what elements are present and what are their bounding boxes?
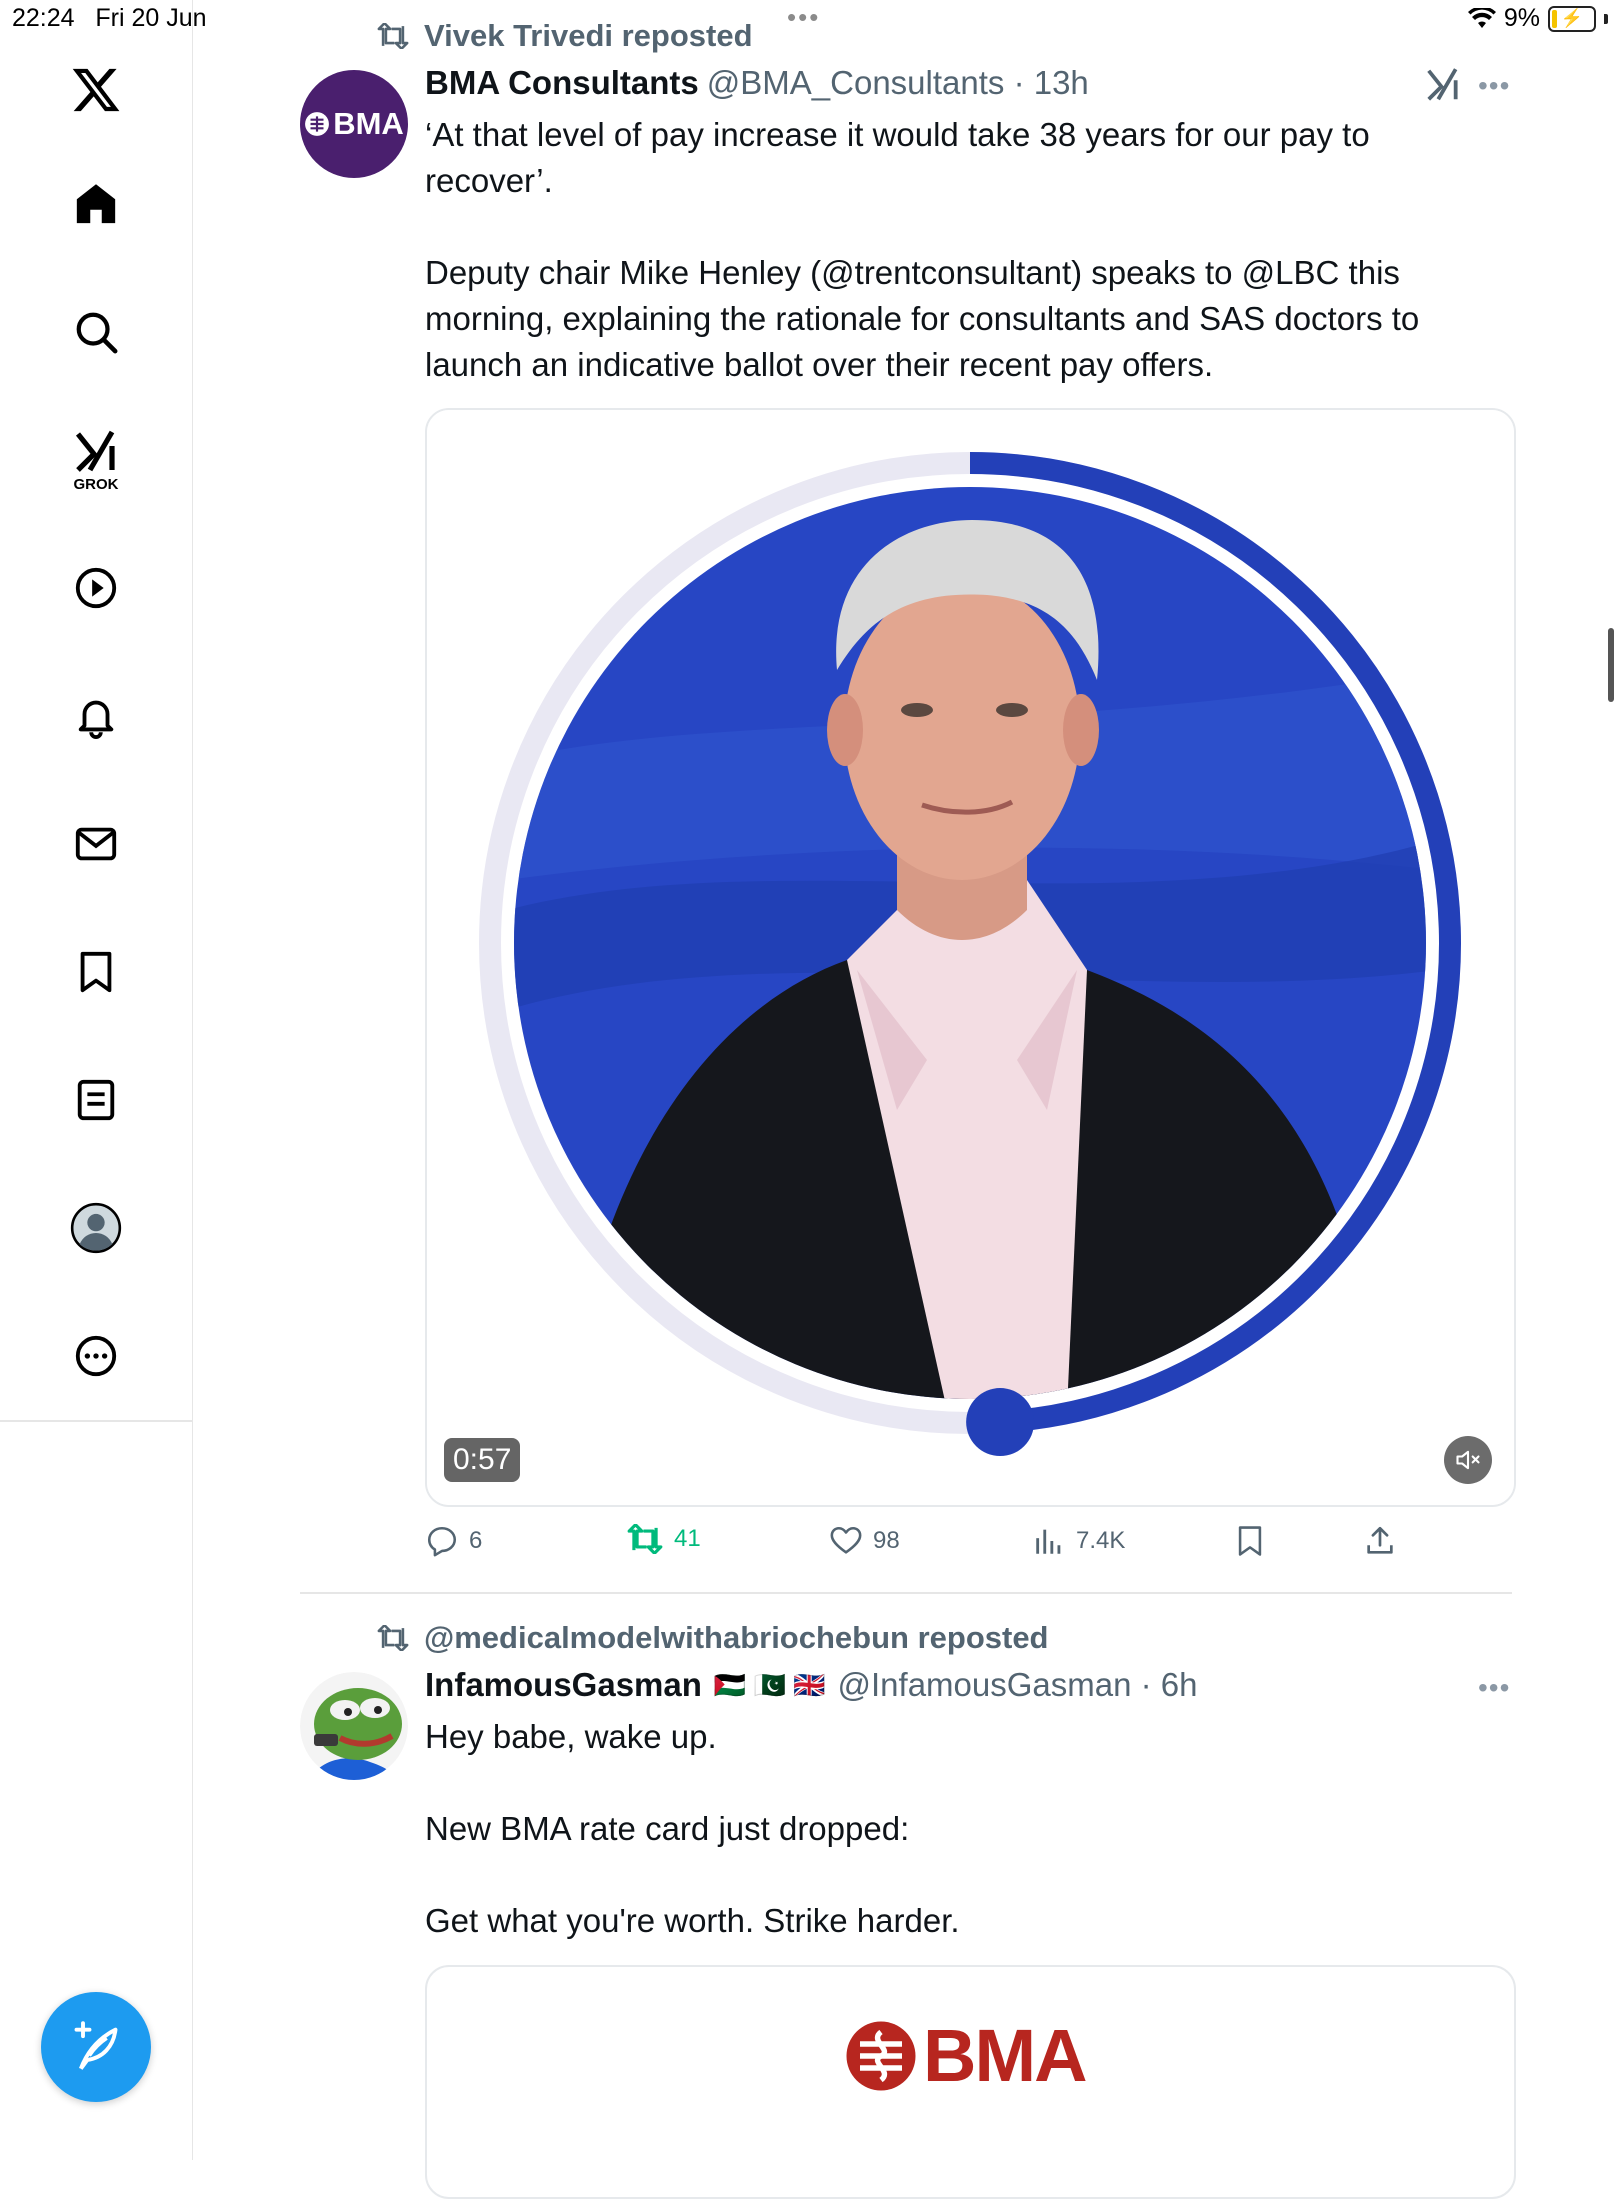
like-button[interactable]: 98 bbox=[829, 1524, 900, 1558]
bookmarks-icon[interactable] bbox=[66, 942, 126, 1002]
tweet-more-icon[interactable]: ••• bbox=[1478, 70, 1510, 102]
reply-count: 6 bbox=[469, 1527, 483, 1554]
speaker-muted-icon bbox=[1456, 1450, 1480, 1470]
views-button[interactable]: 7.4K bbox=[1032, 1524, 1125, 1558]
tweet-header: BMA Consultants @BMA_Consultants · 13h bbox=[425, 64, 1089, 102]
image-card[interactable]: BMA bbox=[425, 1965, 1516, 2199]
sidebar-divider bbox=[0, 1420, 192, 1422]
tweet-text-2: Hey babe, wake up. New BMA rate card jus… bbox=[425, 1718, 960, 1939]
grok-label: GROK bbox=[73, 475, 119, 493]
profile-avatar-icon[interactable] bbox=[66, 1198, 126, 1258]
video-thumbnail bbox=[427, 410, 1514, 1505]
repost-count: 41 bbox=[674, 1525, 701, 1552]
handle-time[interactable]: @BMA_Consultants · 13h bbox=[707, 64, 1089, 102]
repost-indicator: Vivek Trivedi reposted bbox=[376, 18, 753, 54]
repost-icon bbox=[377, 1625, 409, 1651]
views-analytics-icon bbox=[1036, 1529, 1061, 1554]
reply-button[interactable]: 6 bbox=[425, 1524, 482, 1558]
handle-time-2[interactable]: @InfamousGasman · 6h bbox=[838, 1666, 1198, 1704]
wifi-icon bbox=[1467, 7, 1496, 28]
video-play-icon[interactable] bbox=[66, 558, 126, 618]
repost-icon bbox=[377, 23, 409, 49]
video-progress-knob[interactable] bbox=[966, 1388, 1035, 1457]
bma-consultants-avatar[interactable]: BMA bbox=[300, 70, 408, 178]
views-count: 7.4K bbox=[1076, 1527, 1126, 1554]
bma-logo-text: BMA bbox=[923, 2014, 1088, 2097]
bookmark-icon bbox=[1238, 1526, 1262, 1556]
reposted-by-text-2[interactable]: @medicalmodelwithabriochebun reposted bbox=[424, 1620, 1049, 1656]
bookmark-button[interactable] bbox=[1233, 1524, 1267, 1558]
infamousgasman-avatar[interactable] bbox=[300, 1672, 408, 1780]
avatar-text: BMA bbox=[333, 106, 404, 141]
reply-icon bbox=[427, 1526, 457, 1557]
grok-icon[interactable]: GROK bbox=[66, 425, 126, 497]
bma-logo-icon bbox=[305, 112, 330, 136]
x-logo-icon[interactable] bbox=[66, 60, 126, 120]
bma-crest-icon bbox=[846, 2021, 916, 2090]
tweet-text: ‘At that level of pay increase it would … bbox=[425, 116, 1420, 383]
tweet-separator bbox=[300, 1592, 1512, 1594]
display-name-2[interactable]: InfamousGasman bbox=[425, 1666, 702, 1704]
video-duration-badge: 0:57 bbox=[444, 1438, 521, 1482]
reposted-by-text[interactable]: Vivek Trivedi reposted bbox=[424, 18, 753, 54]
bma-logo: BMA bbox=[845, 2013, 1088, 2098]
battery-icon: ⚡ bbox=[1548, 5, 1596, 32]
repost-indicator-2: @medicalmodelwithabriochebun reposted bbox=[376, 1620, 1049, 1656]
battery-percent: 9% bbox=[1503, 4, 1540, 32]
flag-emojis: 🇵🇸 🇵🇰 🇬🇧 bbox=[713, 1669, 826, 1700]
repost-action-icon bbox=[627, 1524, 663, 1554]
display-name[interactable]: BMA Consultants bbox=[425, 64, 699, 102]
multitasking-dots-icon[interactable]: ••• bbox=[787, 2, 820, 33]
heart-icon bbox=[830, 1526, 862, 1554]
compose-post-button[interactable] bbox=[41, 1992, 151, 2102]
tweet-header-2: InfamousGasman 🇵🇸 🇵🇰 🇬🇧 @InfamousGasman … bbox=[425, 1666, 1198, 1704]
compose-feather-icon bbox=[74, 2021, 118, 2070]
messages-envelope-icon[interactable] bbox=[66, 814, 126, 874]
lists-icon[interactable] bbox=[66, 1070, 126, 1130]
status-right: 9% ⚡ bbox=[1467, 4, 1608, 33]
home-icon[interactable] bbox=[66, 174, 126, 234]
more-options-icon[interactable] bbox=[66, 1326, 126, 1386]
search-icon[interactable] bbox=[66, 302, 126, 362]
repost-button[interactable]: 41 bbox=[626, 1524, 701, 1554]
grok-explain-icon[interactable] bbox=[1424, 66, 1462, 109]
like-count: 98 bbox=[873, 1527, 900, 1554]
tweet-more-icon-2[interactable]: ••• bbox=[1478, 1672, 1510, 1704]
notifications-bell-icon[interactable] bbox=[66, 686, 126, 746]
video-player[interactable] bbox=[425, 408, 1516, 1507]
mute-button[interactable] bbox=[1444, 1436, 1492, 1484]
scrollbar[interactable] bbox=[1608, 628, 1614, 702]
share-button[interactable] bbox=[1363, 1524, 1397, 1558]
share-upload-icon bbox=[1367, 1526, 1393, 1554]
